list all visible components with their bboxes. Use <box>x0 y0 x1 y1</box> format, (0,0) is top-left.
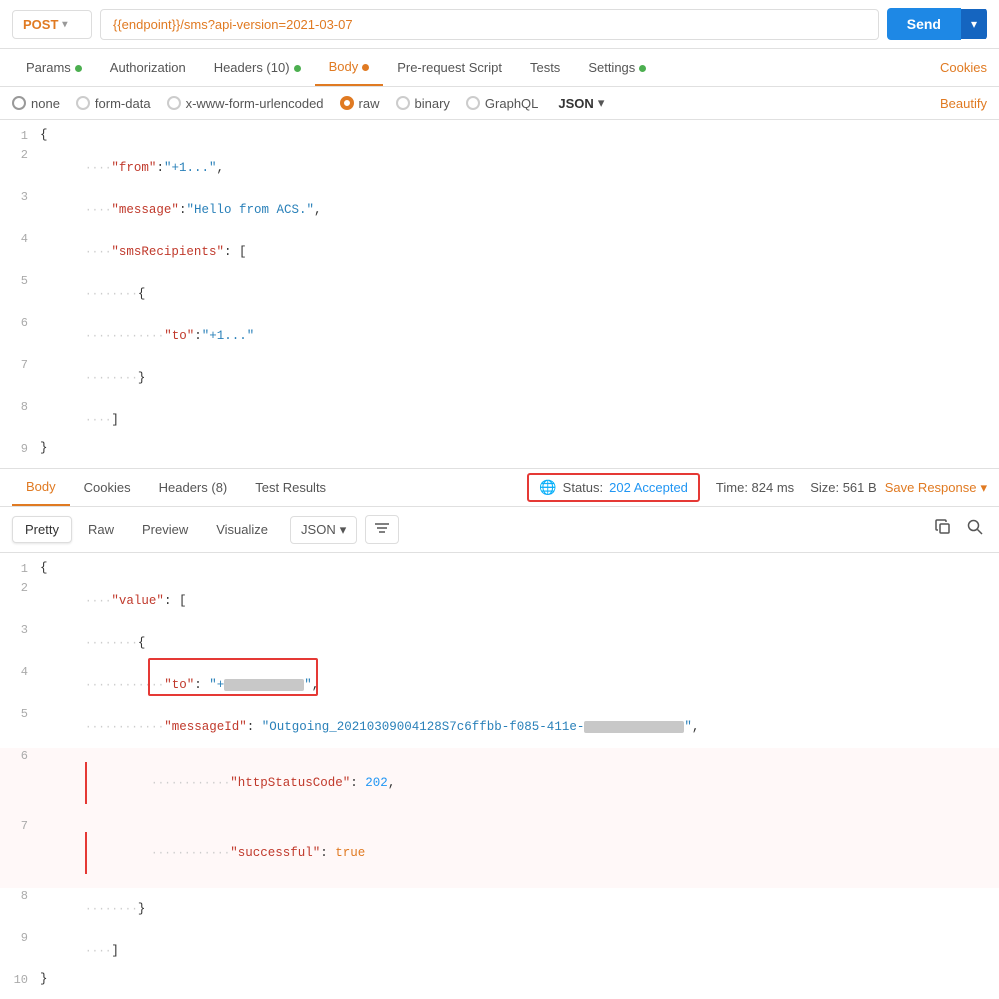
resp-tab-cookies[interactable]: Cookies <box>70 470 145 505</box>
filter-button[interactable] <box>365 515 399 544</box>
code-line: 9 } <box>0 441 999 460</box>
method-select[interactable]: POST ▾ <box>12 10 92 39</box>
save-response-button[interactable]: Save Response ▾ <box>885 480 987 496</box>
body-type-row: none form-data x-www-form-urlencoded raw… <box>0 87 999 120</box>
radio-binary <box>396 96 410 110</box>
code-line: 5 ········{ <box>0 273 999 315</box>
tab-params[interactable]: Params <box>12 50 96 85</box>
send-dropdown-button[interactable]: ▾ <box>961 9 987 39</box>
globe-icon: 🌐 <box>539 479 556 496</box>
resp-code-line: 6 ············"httpStatusCode": 202, <box>0 748 999 818</box>
tab-tests[interactable]: Tests <box>516 50 574 85</box>
headers-dot <box>294 65 301 72</box>
send-button-group: Send ▾ <box>887 8 987 40</box>
method-label: POST <box>23 17 58 32</box>
code-line: 6 ············"to":"+1..." <box>0 315 999 357</box>
tab-settings[interactable]: Settings <box>574 50 660 85</box>
resp-code-line: 1 { <box>0 561 999 580</box>
radio-urlencoded <box>167 96 181 110</box>
resp-tab-headers[interactable]: Headers (8) <box>145 470 242 505</box>
copy-icon <box>935 519 951 535</box>
request-tabs: Params Authorization Headers (10) Body P… <box>0 49 999 87</box>
body-dot <box>362 64 369 71</box>
request-code-editor[interactable]: 1 { 2 ····"from":"+1...", 3 ····"message… <box>0 120 999 469</box>
beautify-button[interactable]: Beautify <box>940 96 987 111</box>
code-line: 8 ····] <box>0 399 999 441</box>
body-type-graphql[interactable]: GraphQL <box>466 96 538 111</box>
response-format-row: Pretty Raw Preview Visualize JSON ▾ <box>0 507 999 553</box>
format-raw-button[interactable]: Raw <box>76 517 126 542</box>
resp-code-line: 5 ············"messageId": "Outgoing_202… <box>0 706 999 748</box>
code-line: 3 ····"message":"Hello from ACS.", <box>0 189 999 231</box>
body-type-binary[interactable]: binary <box>396 96 450 111</box>
save-chevron-icon: ▾ <box>980 480 987 496</box>
resp-code-line: 4 ············"to": "+ ", <box>0 664 999 706</box>
radio-formdata <box>76 96 90 110</box>
resp-code-line: 10 } <box>0 972 999 991</box>
radio-graphql <box>466 96 480 110</box>
resp-code-line: 9 ····] <box>0 930 999 972</box>
params-dot <box>75 65 82 72</box>
method-chevron-icon: ▾ <box>62 19 67 30</box>
resp-tab-body[interactable]: Body <box>12 469 70 506</box>
resp-tab-test-results[interactable]: Test Results <box>241 470 340 505</box>
resp-code-line: 8 ········} <box>0 888 999 930</box>
tab-authorization[interactable]: Authorization <box>96 50 200 85</box>
tab-prerequest[interactable]: Pre-request Script <box>383 50 516 85</box>
response-action-icons <box>931 515 987 544</box>
search-button[interactable] <box>963 515 987 544</box>
json-type-select[interactable]: JSON ▾ <box>558 95 604 111</box>
resp-code-line: 7 ············"successful": true <box>0 818 999 888</box>
body-type-none[interactable]: none <box>12 96 60 111</box>
body-type-raw[interactable]: raw <box>340 96 380 111</box>
filter-icon <box>374 521 390 535</box>
response-time: Time: 824 ms <box>716 480 794 495</box>
code-line: 7 ········} <box>0 357 999 399</box>
status-badge: 🌐 Status: 202 Accepted <box>527 473 700 502</box>
radio-raw <box>340 96 354 110</box>
response-code-editor: 1 { 2 ····"value": [ 3 ········{ 4 ·····… <box>0 553 999 999</box>
format-visualize-button[interactable]: Visualize <box>204 517 280 542</box>
response-size: Size: 561 B <box>810 480 877 495</box>
radio-none <box>12 96 26 110</box>
code-line: 4 ····"smsRecipients": [ <box>0 231 999 273</box>
tab-headers[interactable]: Headers (10) <box>200 50 315 85</box>
url-input[interactable] <box>100 9 879 40</box>
top-bar: POST ▾ Send ▾ <box>0 0 999 49</box>
response-tabs-row: Body Cookies Headers (8) Test Results 🌐 … <box>0 469 999 507</box>
format-pretty-button[interactable]: Pretty <box>12 516 72 543</box>
search-icon <box>967 519 983 535</box>
code-line: 1 { <box>0 128 999 147</box>
body-type-formdata[interactable]: form-data <box>76 96 151 111</box>
tab-body[interactable]: Body <box>315 49 384 86</box>
status-code: 202 Accepted <box>609 480 688 495</box>
settings-dot <box>639 65 646 72</box>
cookies-link[interactable]: Cookies <box>940 60 987 75</box>
resp-code-line: 2 ····"value": [ <box>0 580 999 622</box>
response-json-select[interactable]: JSON ▾ <box>290 516 357 544</box>
copy-button[interactable] <box>931 515 955 544</box>
body-type-urlencoded[interactable]: x-www-form-urlencoded <box>167 96 324 111</box>
code-line: 2 ····"from":"+1...", <box>0 147 999 189</box>
response-meta: Time: 824 ms Size: 561 B <box>716 480 877 495</box>
resp-code-line: 3 ········{ <box>0 622 999 664</box>
format-preview-button[interactable]: Preview <box>130 517 200 542</box>
status-label: Status: <box>563 480 603 495</box>
send-button[interactable]: Send <box>887 8 961 40</box>
